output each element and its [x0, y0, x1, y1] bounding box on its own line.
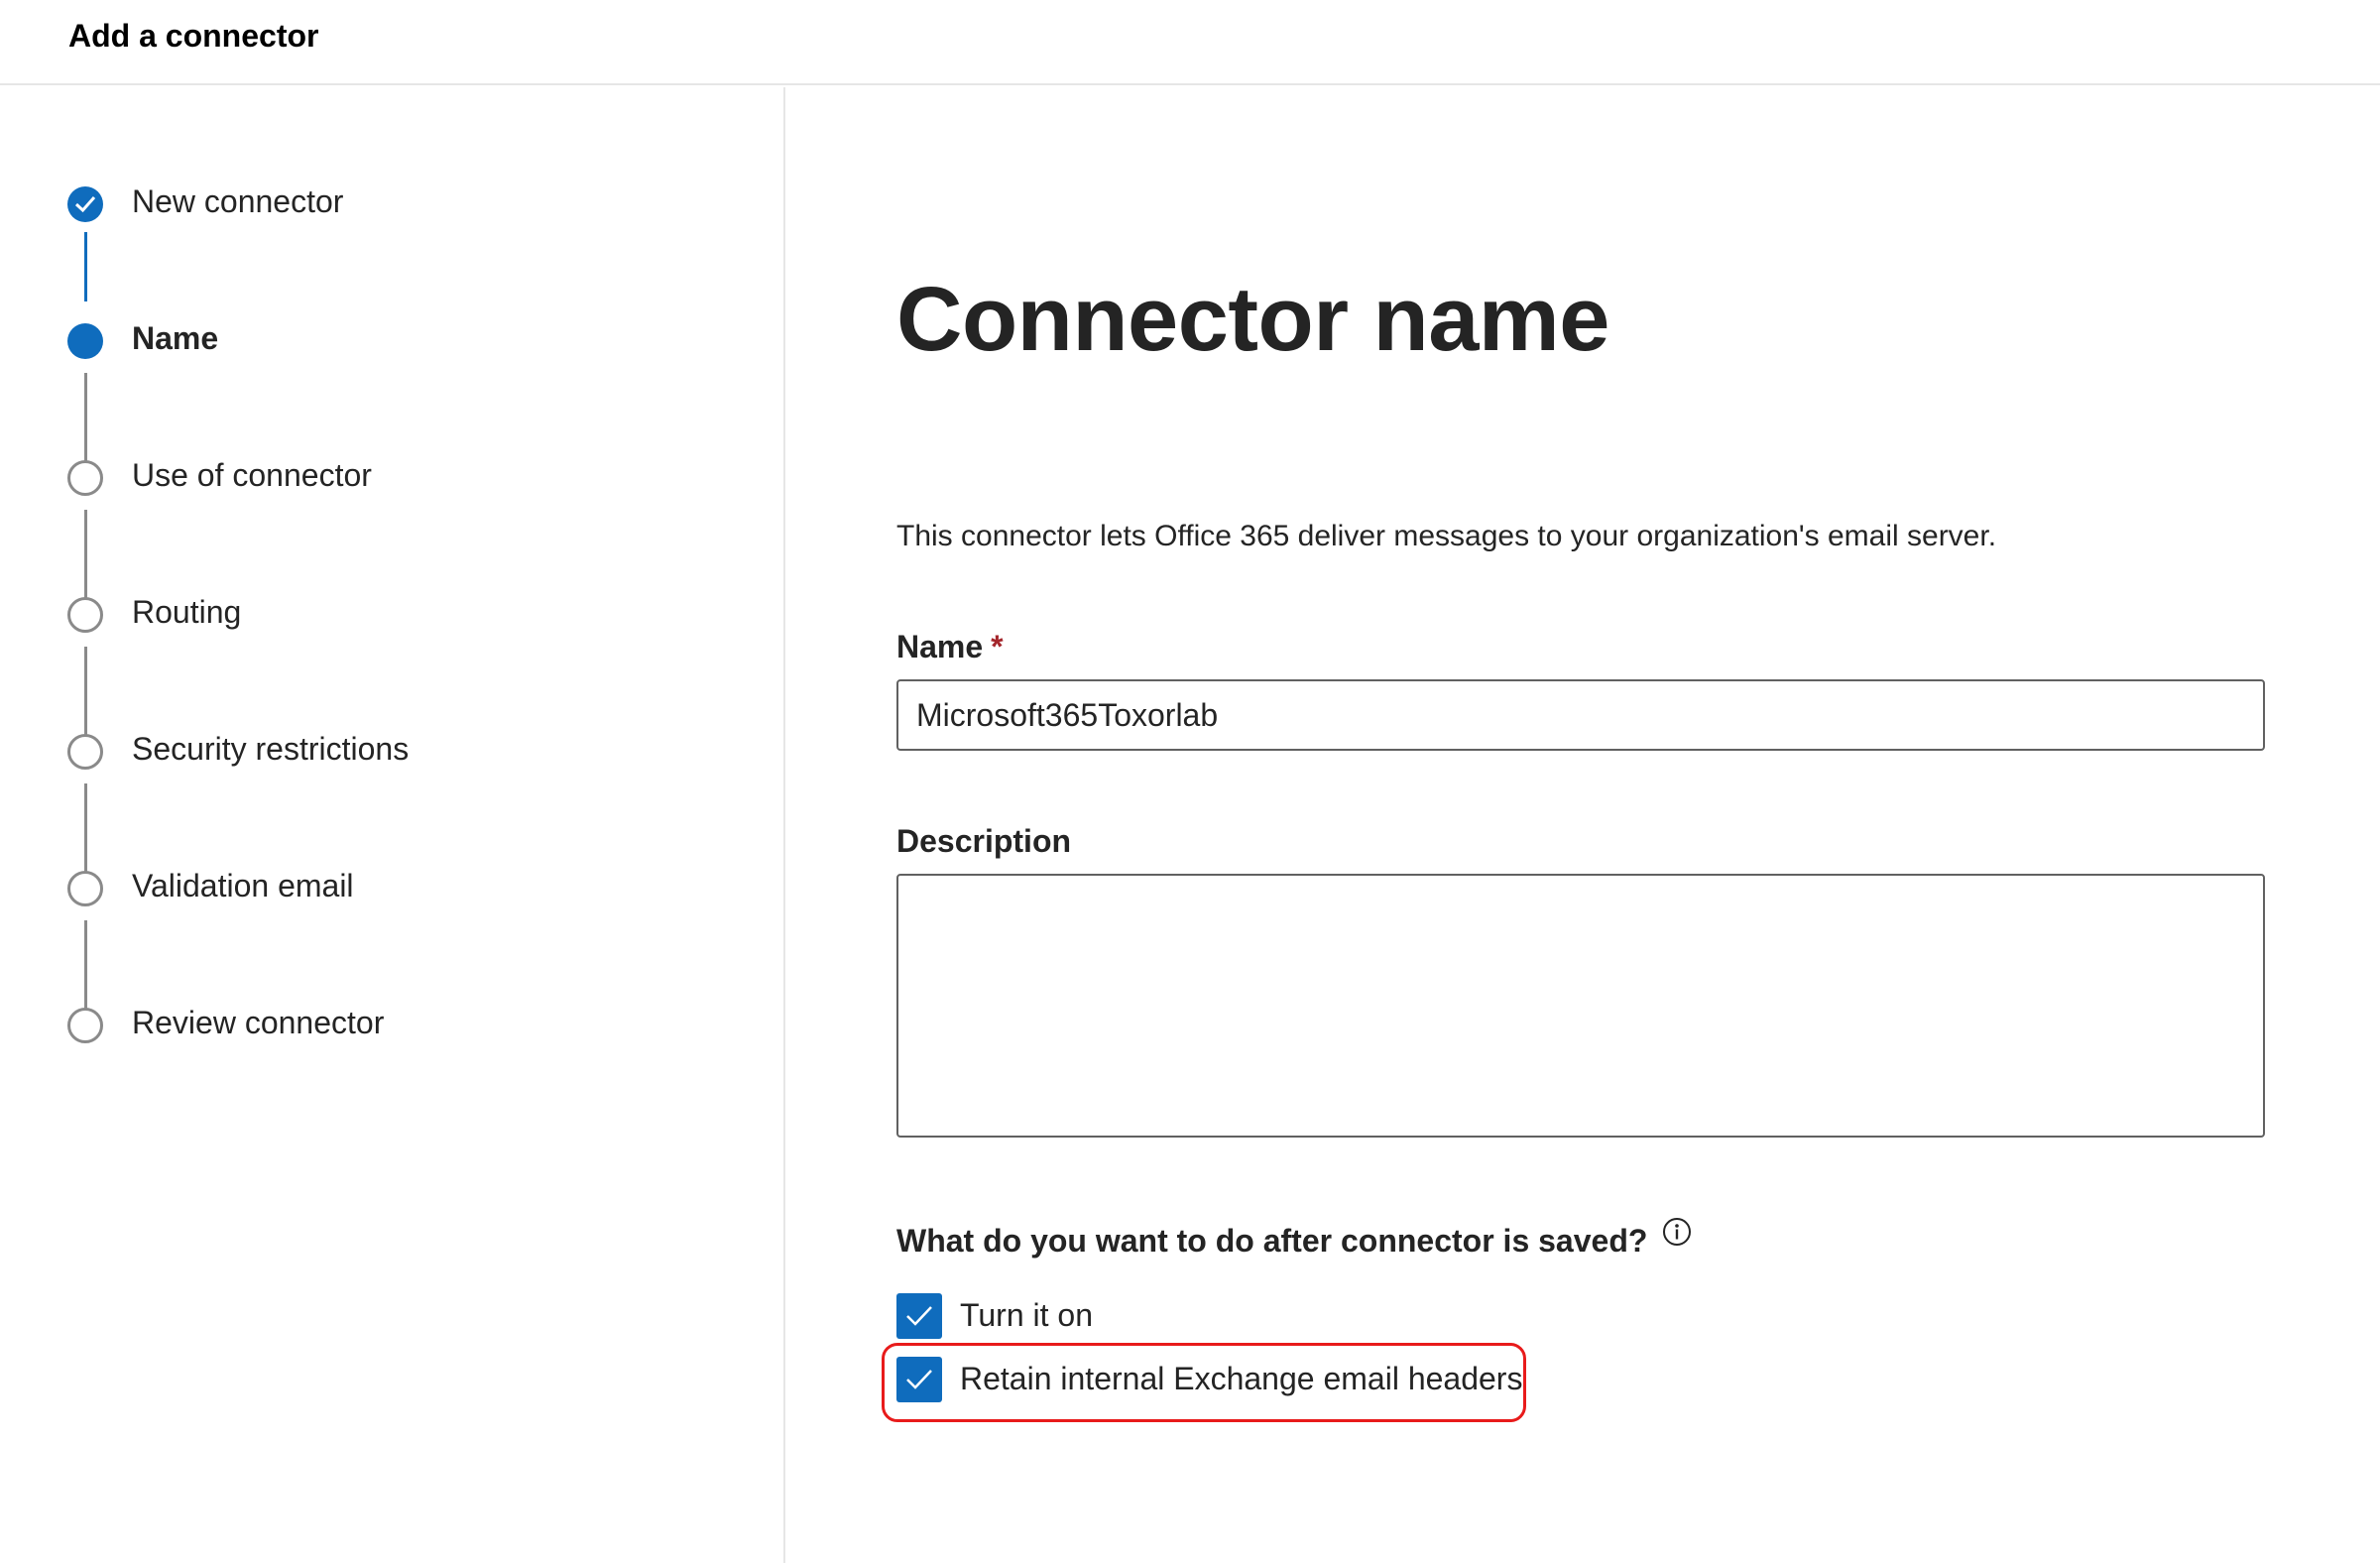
step-completed-check-icon: [67, 186, 103, 222]
description-field-label: Description: [896, 823, 1072, 859]
step-label: Routing: [132, 594, 242, 630]
description-textarea[interactable]: [896, 874, 2265, 1138]
page-title: Connector name: [896, 269, 1609, 370]
step-security-restrictions[interactable]: Security restrictions: [0, 731, 783, 783]
after-save-question: What do you want to do after connector i…: [896, 1223, 1648, 1259]
main-content: Connector name This connector lets Offic…: [787, 87, 2380, 1563]
header-bar: Add a connector: [0, 0, 2380, 85]
step-label: Review connector: [132, 1005, 385, 1040]
name-label-text: Name: [896, 629, 984, 664]
name-field-label: Name *: [896, 629, 1004, 665]
info-icon[interactable]: [1662, 1217, 1692, 1252]
required-asterisk: *: [991, 629, 1004, 664]
step-current-dot-icon: [67, 323, 103, 359]
step-pending-circle-icon: [67, 871, 103, 906]
step-validation-email[interactable]: Validation email: [0, 868, 783, 920]
step-label: Name: [132, 320, 219, 356]
page-header-title: Add a connector: [68, 18, 319, 54]
annotation-highlight-box: [882, 1343, 1526, 1422]
step-review-connector[interactable]: Review connector: [0, 1005, 783, 1057]
step-pending-circle-icon: [67, 734, 103, 770]
step-name[interactable]: Name: [0, 320, 783, 373]
step-pending-circle-icon: [67, 460, 103, 496]
wizard-steps-sidebar: New connector Name Use of connector Rout…: [0, 87, 785, 1563]
step-label: New connector: [132, 183, 344, 219]
intro-text: This connector lets Office 365 deliver m…: [896, 520, 1997, 552]
step-new-connector[interactable]: New connector: [0, 183, 783, 236]
step-label: Use of connector: [132, 457, 372, 493]
turn-it-on-checkbox[interactable]: [896, 1293, 942, 1339]
name-input[interactable]: [896, 679, 2265, 751]
step-pending-circle-icon: [67, 1008, 103, 1043]
step-use-of-connector[interactable]: Use of connector: [0, 457, 783, 510]
after-save-question-row: What do you want to do after connector i…: [896, 1218, 1692, 1260]
step-label: Security restrictions: [132, 731, 410, 767]
step-connector: [84, 232, 87, 301]
turn-it-on-label: Turn it on: [960, 1297, 1093, 1333]
step-label: Validation email: [132, 868, 354, 903]
step-pending-circle-icon: [67, 597, 103, 633]
step-routing[interactable]: Routing: [0, 594, 783, 647]
